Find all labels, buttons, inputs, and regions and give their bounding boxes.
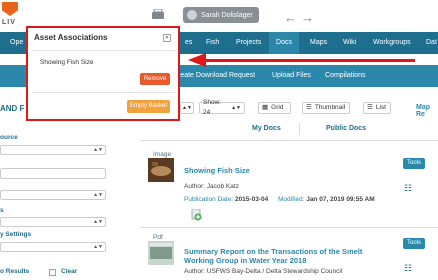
sort-dropdown[interactable]: ▲▼ [180, 102, 194, 114]
clear-checkbox[interactable] [49, 269, 56, 276]
list-icon: ☰ [367, 104, 373, 111]
sidebar-title: AND F [0, 104, 25, 113]
group-share-icon[interactable]: ☷ [404, 263, 412, 274]
nav-item-species[interactable]: es [181, 32, 196, 54]
basket-item: Showing Fish Size [40, 59, 94, 66]
upload-files-link[interactable]: Upload Files [272, 65, 311, 87]
add-to-basket-icon[interactable] [191, 208, 202, 221]
asset-associations-modal: Asset Associations ✕ Showing Fish Size R… [26, 26, 180, 121]
select-caret-icon: ▲▼ [93, 192, 103, 198]
forward-arrow-icon[interactable]: → [301, 10, 314, 25]
modal-divider [32, 92, 176, 93]
author-label: Author: [184, 268, 205, 275]
tab-my-docs[interactable]: My Docs [252, 125, 281, 132]
modified-label: Modified: [278, 196, 305, 203]
results-divider [140, 140, 438, 141]
back-arrow-icon[interactable]: ← [284, 10, 297, 25]
tab-divider [299, 123, 300, 135]
settings-select[interactable]: ▲▼ [0, 242, 106, 252]
thumbnail-view-button[interactable]: ☰ Thumbnail [302, 102, 350, 114]
group-share-icon[interactable]: ☷ [404, 183, 412, 194]
map-results-link[interactable]: Map Re [416, 104, 438, 118]
list-view-label: List [375, 104, 386, 111]
result-thumbnail[interactable] [148, 241, 174, 265]
nav-item-docs[interactable]: Docs [269, 32, 299, 54]
grid-view-label: Grid [271, 104, 284, 111]
nav-item-projects[interactable]: Projects [232, 32, 265, 54]
publication-date-value: 2015-03-04 [234, 196, 269, 203]
select-caret-icon: ▲▼ [231, 105, 241, 111]
thumbnail-icon: ☰ [306, 104, 312, 111]
select-caret-icon: ▲▼ [182, 105, 192, 111]
modal-title: Asset Associations [34, 33, 108, 42]
tab-public-docs[interactable]: Public Docs [326, 125, 366, 132]
modified-value: Jan 07, 2019 09:55 AM [306, 196, 375, 203]
result-thumbnail[interactable] [148, 158, 174, 182]
user-icon [187, 10, 197, 20]
nav-item-workgroups[interactable]: Workgroups [369, 32, 415, 54]
site-logo[interactable]: LIV [0, 0, 26, 30]
list-view-button[interactable]: ☰ List [363, 102, 391, 114]
remove-button[interactable]: Remove [140, 73, 170, 85]
empty-basket-button[interactable]: Empty Basket [127, 100, 170, 113]
tools-button[interactable]: Tools [403, 158, 425, 169]
nav-item-open[interactable]: Ope [6, 32, 27, 54]
source-select[interactable]: ▲▼ [0, 145, 106, 155]
annotation-arrow-head [188, 53, 206, 67]
modal-divider [32, 50, 176, 51]
results-label: o Results [0, 268, 30, 275]
source-label: ource [0, 134, 18, 141]
user-name: Sarah Dolislager [201, 11, 253, 19]
grid-view-button[interactable]: ▦ Grid [258, 102, 291, 114]
sidebar-section-label: s [0, 207, 4, 214]
show-count-label: Show: 24 [203, 99, 222, 116]
author-value: Jacob Katz [206, 183, 239, 190]
result-author: Author: Jacob Katz [184, 183, 239, 190]
nav-item-wiki[interactable]: Wiki [339, 32, 360, 54]
logo-text: LIV [2, 19, 16, 26]
sidebar-select-2[interactable]: ▲▼ [0, 190, 106, 200]
tools-button[interactable]: Tools [403, 238, 425, 249]
result-title[interactable]: Showing Fish Size [184, 166, 250, 175]
compilations-link[interactable]: Compilations [325, 65, 365, 87]
nav-item-fish[interactable]: Fish [202, 32, 223, 54]
author-value: USFWS Bay-Delta / Delta Stewardship Coun… [206, 268, 343, 275]
result-type-label: Image [153, 151, 172, 158]
result-author: Author: USFWS Bay-Delta / Delta Stewards… [184, 268, 342, 275]
sidebar-text-field[interactable] [0, 168, 106, 179]
logo-mark-icon [2, 2, 18, 16]
result-divider [140, 227, 438, 228]
result-type-label: Pdf [153, 234, 163, 241]
result-dates: Publication Date: 2015-03-04 Modified: J… [184, 196, 375, 203]
nav-item-data[interactable]: Dat [422, 32, 438, 54]
publication-date-label: Publication Date: [184, 196, 234, 203]
sidebar-select-3[interactable]: ▲▼ [0, 217, 106, 227]
show-count-select[interactable]: Show: 24 ▲▼ [199, 99, 245, 116]
select-caret-icon: ▲▼ [93, 147, 103, 153]
grid-icon: ▦ [262, 104, 269, 111]
create-download-request-link[interactable]: reate Download Request [178, 65, 255, 87]
annotation-arrow-line [205, 59, 415, 62]
user-menu-button[interactable]: Sarah Dolislager [183, 7, 259, 23]
select-caret-icon: ▲▼ [93, 244, 103, 250]
thumbnail-view-label: Thumbnail [314, 104, 346, 111]
settings-label: y Settings [0, 231, 32, 238]
result-title[interactable]: Summary Report on the Transactions of th… [184, 247, 389, 265]
select-caret-icon: ▲▼ [93, 219, 103, 225]
nav-item-maps[interactable]: Maps [306, 32, 331, 54]
author-label: Author: [184, 183, 205, 190]
basket-icon[interactable] [151, 9, 165, 20]
close-icon[interactable]: ✕ [163, 34, 171, 42]
clear-label[interactable]: Clear [61, 268, 77, 275]
